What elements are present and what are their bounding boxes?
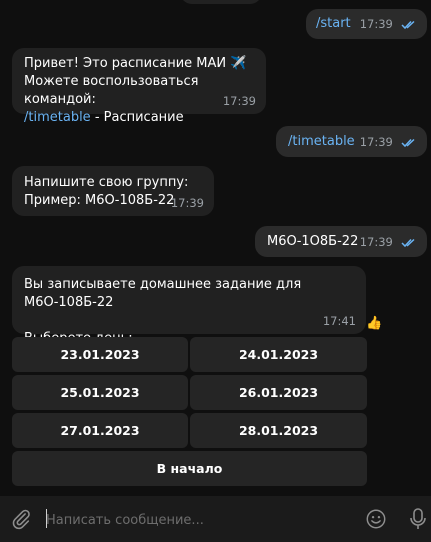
chat-history: /start 17:39 Привет! Это расписание МАИ … bbox=[0, 0, 431, 496]
message-line: Напишите свою группу: bbox=[24, 175, 189, 190]
message-time: 17:39 bbox=[359, 235, 393, 249]
outgoing-message-timetable: /timetable 17:39 bbox=[276, 126, 427, 157]
message-time: 17:41 bbox=[322, 314, 356, 328]
incoming-message-group-prompt: Напишите свою группу: Пример: М6О-108Б-2… bbox=[12, 166, 214, 216]
incoming-message-welcome: Привет! Это расписание МАИ ✈️ Можете вос… bbox=[12, 48, 266, 125]
emoji-icon[interactable] bbox=[365, 508, 387, 534]
message-line: Можете воспользоваться командой: bbox=[24, 74, 199, 107]
message-text: М6О-1О8Б-22 bbox=[267, 234, 359, 249]
outgoing-message-start: /start 17:39 bbox=[306, 9, 427, 39]
back-to-start-button[interactable]: В начало bbox=[12, 451, 367, 486]
date-button-25-01[interactable]: 25.01.2023 bbox=[12, 375, 188, 410]
microphone-icon[interactable] bbox=[408, 507, 428, 535]
message-time: 17:39 bbox=[359, 135, 393, 149]
date-button-27-01[interactable]: 27.01.2023 bbox=[12, 413, 188, 448]
command-description: - Расписание bbox=[90, 110, 184, 125]
previous-message-bubble bbox=[180, 0, 262, 4]
thumbs-up-reaction-icon[interactable]: 👍 bbox=[366, 316, 382, 331]
double-check-icon bbox=[401, 238, 415, 247]
message-line: Привет! Это расписание МАИ bbox=[24, 56, 227, 71]
command-link[interactable]: /timetable bbox=[24, 110, 91, 125]
incoming-message-homework: Вы записываете домашнее задание для М6О-… bbox=[12, 266, 366, 346]
attach-paperclip-icon[interactable] bbox=[10, 508, 32, 534]
message-composer bbox=[0, 496, 431, 542]
message-input[interactable] bbox=[44, 508, 348, 532]
date-button-24-01[interactable]: 24.01.2023 bbox=[190, 337, 367, 372]
airplane-icon: ✈️ bbox=[230, 56, 247, 71]
double-check-icon bbox=[401, 138, 415, 147]
double-check-icon bbox=[401, 20, 415, 29]
date-button-28-01[interactable]: 28.01.2023 bbox=[190, 413, 367, 448]
date-button-23-01[interactable]: 23.01.2023 bbox=[12, 337, 188, 372]
outgoing-message-group: М6О-1О8Б-22 17:39 bbox=[255, 226, 427, 257]
message-time: 17:39 bbox=[222, 94, 256, 108]
message-line: Вы записываете домашнее задание для М6О-… bbox=[24, 277, 302, 310]
message-text[interactable]: /timetable bbox=[288, 134, 355, 149]
date-button-26-01[interactable]: 26.01.2023 bbox=[190, 375, 367, 410]
message-time: 17:39 bbox=[170, 196, 204, 210]
message-text[interactable]: /start bbox=[316, 16, 351, 31]
message-time: 17:39 bbox=[359, 17, 393, 31]
